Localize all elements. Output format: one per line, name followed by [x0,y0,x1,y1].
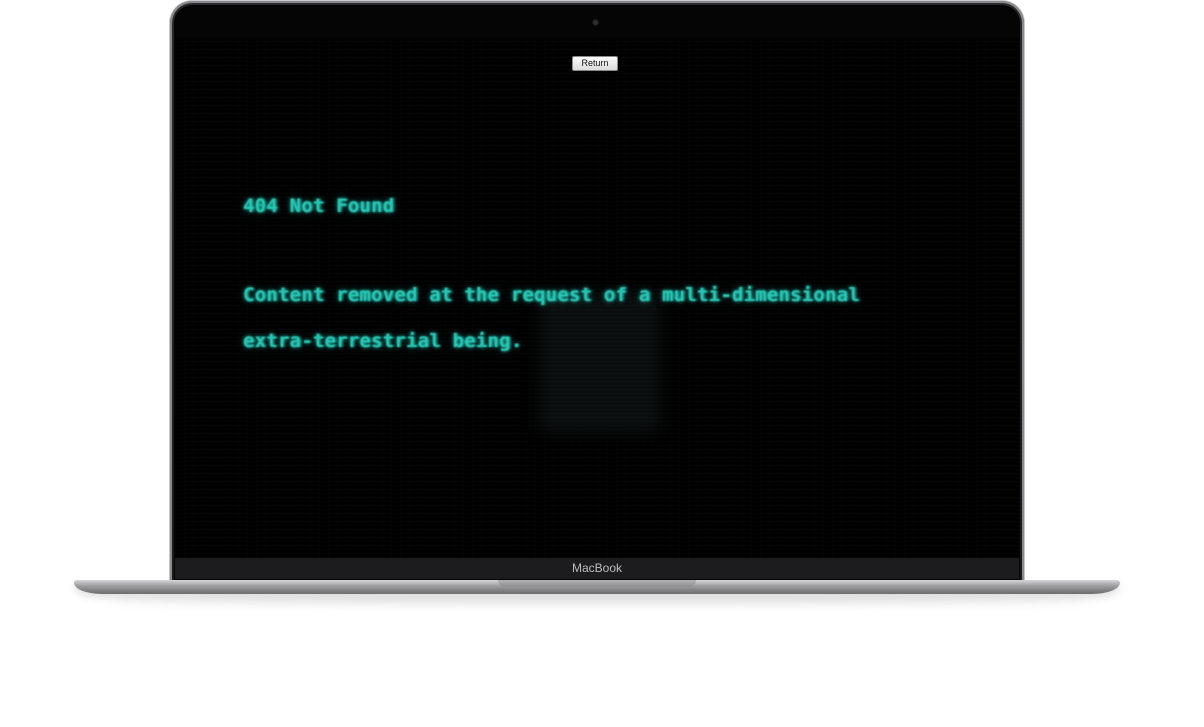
error-message-line-1: Content removed at the request of a mult… [243,284,860,306]
return-button[interactable]: Return [572,56,618,71]
opening-notch [498,580,696,587]
laptop-shadow [110,596,1090,606]
laptop-mockup: Return 404 Not Found Content removed at … [0,0,1204,727]
laptop-base [74,580,1120,594]
error-message-line-2: extra-terrestrial being. [243,330,523,352]
error-title: 404 Not Found [243,195,395,217]
camera-icon [592,19,599,26]
brand-label: MacBook [571,561,623,575]
browser-viewport: Return 404 Not Found Content removed at … [175,37,1019,558]
hinge-band: MacBook [175,558,1019,579]
glitch-artifact [540,292,660,432]
